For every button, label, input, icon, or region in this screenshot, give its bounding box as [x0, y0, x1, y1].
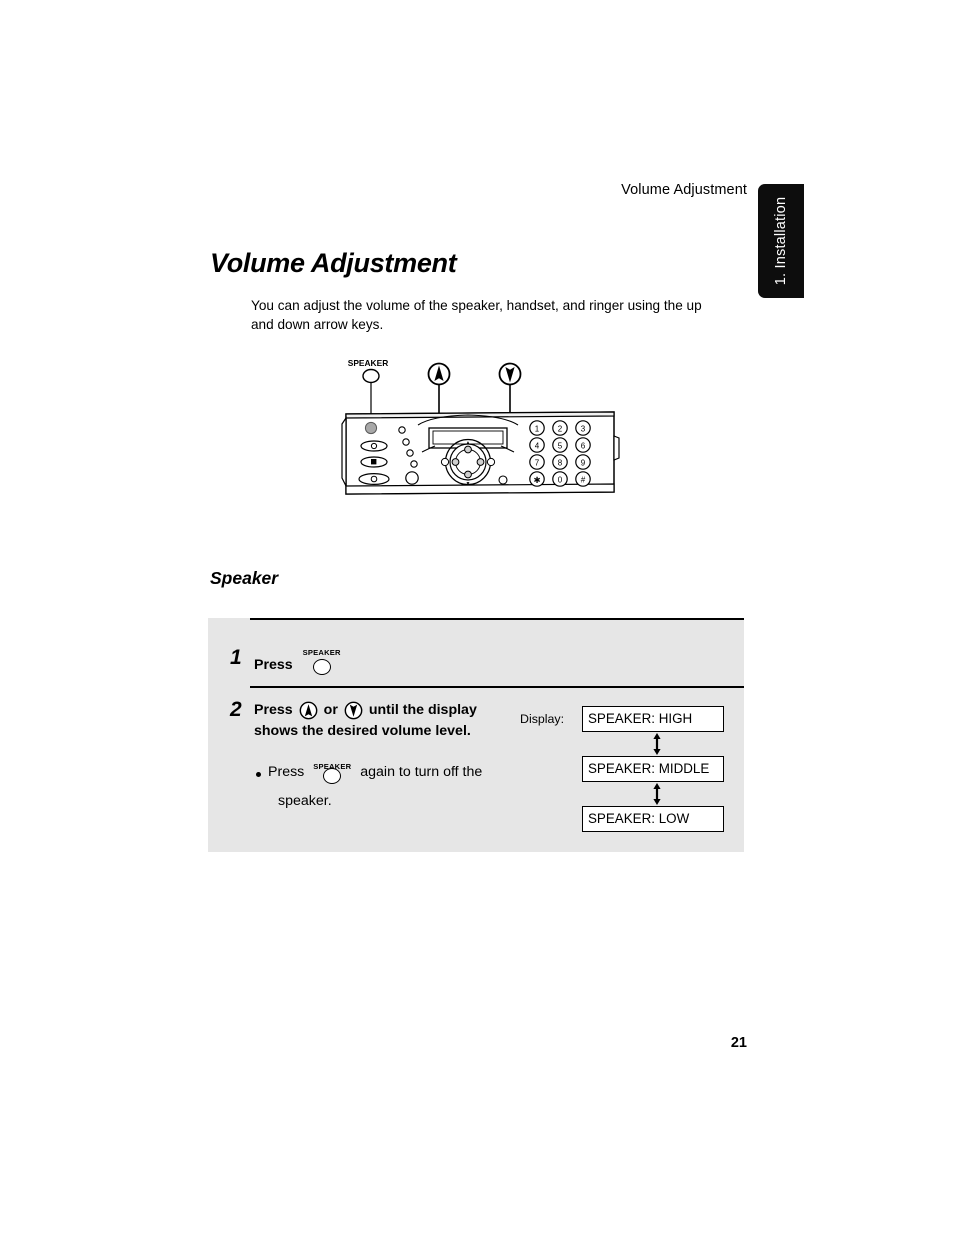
svg-text:▲: ▲: [466, 440, 471, 446]
step-1-number: 1: [230, 646, 242, 669]
step-2-until-label: until the display: [368, 702, 477, 718]
speaker-key-icon-2[interactable]: SPEAKER: [311, 758, 353, 784]
control-panel-diagram: SPEAKER ▲ ▼ 1 2 3 4 5 6 7 8 9 ✱ 0 #: [341, 358, 620, 495]
speaker-key-circle: [312, 659, 331, 675]
keypad-key: 9: [575, 454, 591, 470]
display-flow-label: Display:: [520, 712, 565, 726]
step-2-bullet: Press SPEAKER again to turn off the spea…: [256, 758, 546, 809]
flow-arrow-up-down-icon-1: [653, 733, 661, 755]
keypad-key: 6: [575, 437, 591, 453]
bullet-dot-icon: [256, 772, 261, 777]
speaker-key-icon[interactable]: SPEAKER: [301, 648, 343, 675]
page-number: 21: [730, 1035, 747, 1051]
svg-text:5: 5: [558, 441, 563, 450]
keypad-key: 7: [529, 454, 545, 470]
keypad-key: 8: [552, 454, 568, 470]
svg-text:4: 4: [535, 441, 540, 450]
svg-text:7: 7: [535, 458, 540, 467]
step-2-number: 2: [230, 698, 242, 721]
callout-speaker-circle: [362, 368, 380, 384]
chapter-side-tab: 1. Installation: [758, 184, 804, 298]
svg-text:9: 9: [581, 458, 586, 467]
svg-text:3: 3: [581, 424, 586, 433]
svg-text:1: 1: [535, 424, 540, 433]
keypad-key: ✱: [529, 471, 545, 487]
keypad-key: 5: [552, 437, 568, 453]
keypad-key: 4: [529, 437, 545, 453]
section-heading: Speaker: [210, 568, 279, 588]
keypad-key: 0: [552, 471, 568, 487]
keypad-key: 1: [529, 420, 545, 436]
speaker-key-label: SPEAKER: [302, 648, 341, 657]
speaker-key-circle-2: [323, 768, 342, 784]
svg-text:8: 8: [558, 458, 563, 467]
keypad-key: 3: [575, 420, 591, 436]
step-2-text: Press or until the display shows the des…: [254, 700, 542, 741]
step-2-bullet-press-label: Press: [268, 764, 305, 780]
intro-paragraph: You can adjust the volume of the speaker…: [251, 298, 702, 332]
step-2-bullet-line-2: speaker.: [278, 793, 332, 809]
keypad-key: #: [575, 471, 591, 487]
divider-top: [250, 618, 744, 620]
step-2-bullet-again-label: again to turn off the: [360, 764, 483, 780]
display-box-high: SPEAKER: HIGH: [582, 706, 724, 732]
keypad-key: 2: [552, 420, 568, 436]
running-header: Volume Adjustment: [621, 182, 747, 198]
svg-text:6: 6: [581, 441, 586, 450]
callout-speaker-label: SPEAKER: [348, 358, 389, 368]
step-2-press-label: Press: [254, 702, 293, 718]
display-box-low: SPEAKER: LOW: [582, 806, 724, 832]
step-2-or-label: or: [323, 702, 338, 718]
chapter-side-tab-label: 1. Installation: [773, 196, 789, 286]
svg-text:▼: ▼: [466, 481, 471, 487]
display-box-middle: SPEAKER: MIDDLE: [582, 756, 724, 782]
step-2-line-1: Press or until the display: [254, 700, 542, 720]
down-arrow-key-icon[interactable]: [344, 701, 363, 720]
svg-text:0: 0: [558, 475, 563, 484]
step-1-press-label: Press: [254, 657, 293, 673]
step-1-text: Press SPEAKER: [254, 648, 343, 675]
step-2-bullet-line-1: Press SPEAKER again to turn off the: [256, 758, 546, 784]
steps-panel: 1 Press SPEAKER 2 Press or until the dis…: [208, 618, 744, 852]
svg-text:✱: ✱: [533, 475, 540, 485]
step-2-line-2: shows the desired volume level.: [254, 723, 471, 739]
flow-arrow-up-down-icon-2: [653, 783, 661, 805]
control-panel-figure: SPEAKER ▲ ▼ 1 2 3 4 5 6 7 8 9 ✱ 0 #: [340, 352, 620, 517]
up-arrow-key-icon[interactable]: [299, 701, 318, 720]
svg-text:#: #: [581, 475, 586, 484]
svg-text:2: 2: [558, 424, 563, 433]
divider-middle: [250, 686, 744, 688]
page-title: Volume Adjustment: [210, 248, 457, 278]
